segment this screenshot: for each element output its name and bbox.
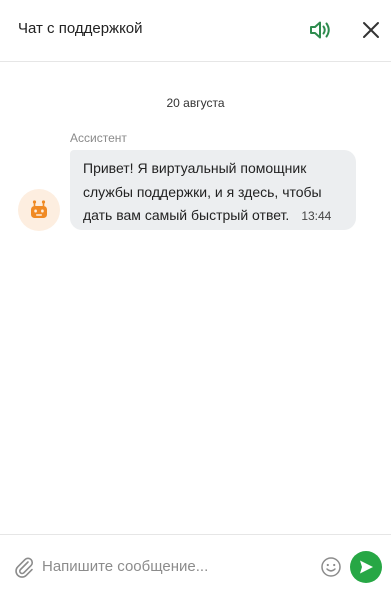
message-time: 13:44 bbox=[301, 209, 332, 223]
close-icon bbox=[363, 22, 379, 38]
robot-icon bbox=[31, 200, 47, 218]
sound-toggle-button[interactable] bbox=[308, 17, 334, 43]
send-icon bbox=[360, 560, 373, 574]
emoji-button[interactable] bbox=[320, 556, 342, 578]
message-bubble: Привет! Я виртуальный помощник службы по… bbox=[70, 150, 356, 230]
date-separator: 20 августа bbox=[166, 96, 225, 110]
attach-button[interactable] bbox=[13, 555, 35, 579]
message-composer bbox=[0, 534, 391, 593]
assistant-avatar bbox=[18, 189, 60, 231]
send-button[interactable] bbox=[350, 551, 382, 583]
message-sender: Ассистент bbox=[70, 131, 127, 145]
paperclip-icon bbox=[15, 557, 34, 578]
close-button[interactable] bbox=[359, 18, 383, 42]
message-input[interactable] bbox=[42, 553, 312, 579]
chat-header: Чат с поддержкой bbox=[0, 0, 391, 62]
speaker-icon bbox=[310, 21, 330, 39]
message-text: Привет! Я виртуальный помощник службы по… bbox=[83, 160, 322, 223]
smiley-icon bbox=[321, 557, 341, 577]
chat-title: Чат с поддержкой bbox=[18, 20, 143, 37]
